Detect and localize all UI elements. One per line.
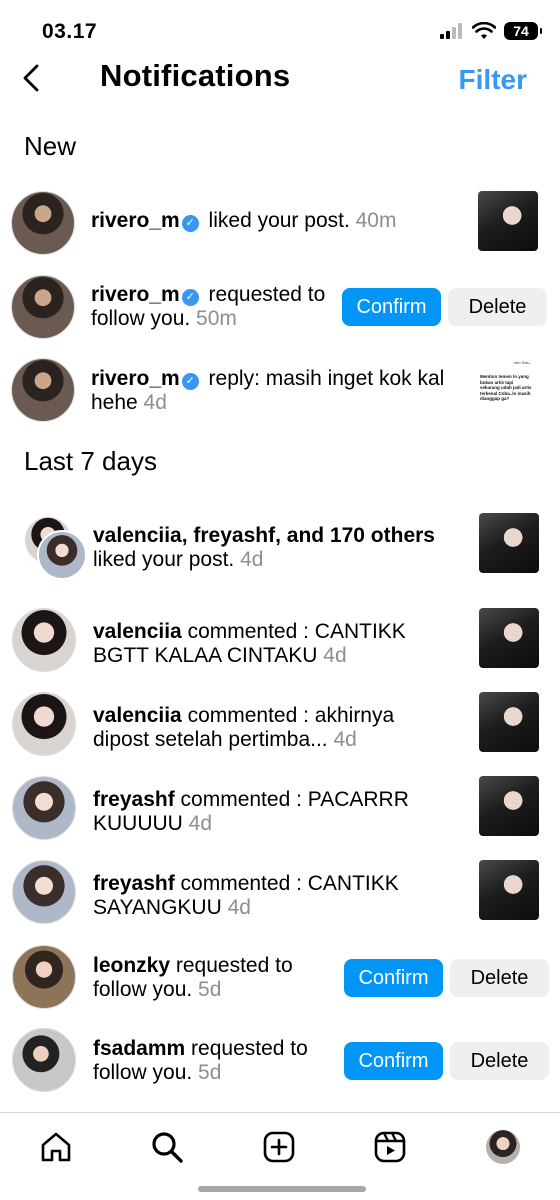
timestamp: 4d	[327, 728, 357, 751]
timestamp: 4d	[182, 812, 213, 835]
username[interactable]: valenciia	[93, 704, 182, 727]
notification-text: rivero_m ✓ liked your post. 40m	[91, 209, 397, 232]
delete-button[interactable]: Delete	[448, 288, 547, 326]
search-icon[interactable]	[150, 1130, 184, 1164]
notification-text: freyashf commented : CANTIKK SAYANGKUU 4…	[93, 872, 399, 919]
story-reply-thumbnail[interactable]: min Sda... Mention temen lo yang bukan a…	[478, 357, 538, 417]
avatar[interactable]	[11, 358, 75, 422]
status-time: 03.17	[42, 20, 98, 43]
avatar[interactable]	[12, 776, 76, 840]
home-icon[interactable]	[39, 1130, 73, 1164]
verified-badge-icon: ✓	[181, 215, 199, 232]
username[interactable]: freyashf	[93, 788, 175, 811]
notification-text: fsadamm requested to follow you. 5d	[93, 1037, 308, 1084]
reels-icon[interactable]	[373, 1130, 407, 1164]
username[interactable]: rivero_m	[91, 283, 180, 306]
avatar[interactable]	[11, 275, 75, 339]
timestamp: 4d	[234, 548, 264, 571]
section-heading-last-7-days: Last 7 days	[24, 446, 157, 476]
timestamp: 5d	[192, 1061, 222, 1084]
battery-icon: 74	[504, 22, 542, 40]
avatar[interactable]	[12, 945, 76, 1009]
wifi-icon	[472, 22, 496, 39]
post-thumbnail[interactable]	[479, 513, 539, 573]
username[interactable]: valenciia, freyashf, and 170 others	[93, 524, 435, 547]
avatar[interactable]	[12, 692, 76, 756]
verified-badge-icon: ✓	[181, 373, 199, 390]
username[interactable]: rivero_m	[91, 367, 180, 390]
avatar	[486, 1130, 520, 1164]
avatar[interactable]	[12, 1028, 76, 1092]
username[interactable]: fsadamm	[93, 1037, 185, 1060]
filter-button[interactable]: Filter	[459, 64, 527, 96]
timestamp: 50m	[190, 307, 237, 330]
confirm-button[interactable]: Confirm	[344, 959, 443, 997]
notification-text: freyashf commented : PACARRR KUUUUU 4d	[93, 788, 409, 835]
confirm-button[interactable]: Confirm	[342, 288, 441, 326]
post-thumbnail[interactable]	[479, 692, 539, 752]
back-arrow-icon[interactable]	[20, 62, 44, 94]
timestamp: 4d	[137, 391, 167, 414]
verified-badge-icon: ✓	[181, 289, 199, 306]
status-icons: 74	[440, 22, 542, 40]
signal-icon	[440, 23, 462, 39]
avatar[interactable]	[12, 608, 76, 672]
create-icon[interactable]	[262, 1130, 296, 1164]
notification-text: leonzky requested to follow you. 5d	[93, 954, 293, 1001]
username[interactable]: leonzky	[93, 954, 170, 977]
confirm-button[interactable]: Confirm	[344, 1042, 443, 1080]
username[interactable]: freyashf	[93, 872, 175, 895]
post-thumbnail[interactable]	[479, 776, 539, 836]
username[interactable]: rivero_m	[91, 209, 180, 232]
delete-button[interactable]: Delete	[450, 1042, 549, 1080]
notification-text: rivero_m ✓ reply: masih inget kok kal heh…	[91, 367, 445, 414]
notification-text: valenciia, freyashf, and 170 others like…	[93, 524, 435, 571]
profile-avatar[interactable]	[486, 1130, 520, 1164]
notification-text: rivero_m ✓ requested to follow you. 50m	[91, 283, 326, 330]
timestamp: 4d	[221, 896, 251, 919]
post-thumbnail[interactable]	[478, 191, 538, 251]
thumbnail-caption-top: min Sda...	[513, 360, 532, 365]
notification-text: valenciia commented : akhirnya dipost se…	[93, 704, 395, 751]
post-thumbnail[interactable]	[479, 608, 539, 668]
section-heading-new: New	[24, 131, 77, 161]
delete-button[interactable]: Delete	[450, 959, 549, 997]
home-indicator[interactable]	[198, 1186, 366, 1192]
timestamp: 5d	[192, 978, 222, 1001]
avatar[interactable]	[11, 191, 75, 255]
page-title: Notifications	[100, 58, 291, 93]
notification-text: valenciia commented : CANTIKK BGTT KALAA…	[93, 620, 406, 667]
nav-divider	[0, 1112, 560, 1113]
timestamp: 40m	[349, 209, 397, 232]
avatar[interactable]	[37, 530, 87, 580]
post-thumbnail[interactable]	[479, 860, 539, 920]
timestamp: 4d	[317, 644, 347, 667]
username[interactable]: valenciia	[93, 620, 182, 643]
thumbnail-caption-body: Mention temen lo yang bukan artis tapi s…	[480, 374, 532, 401]
avatar[interactable]	[12, 860, 76, 924]
